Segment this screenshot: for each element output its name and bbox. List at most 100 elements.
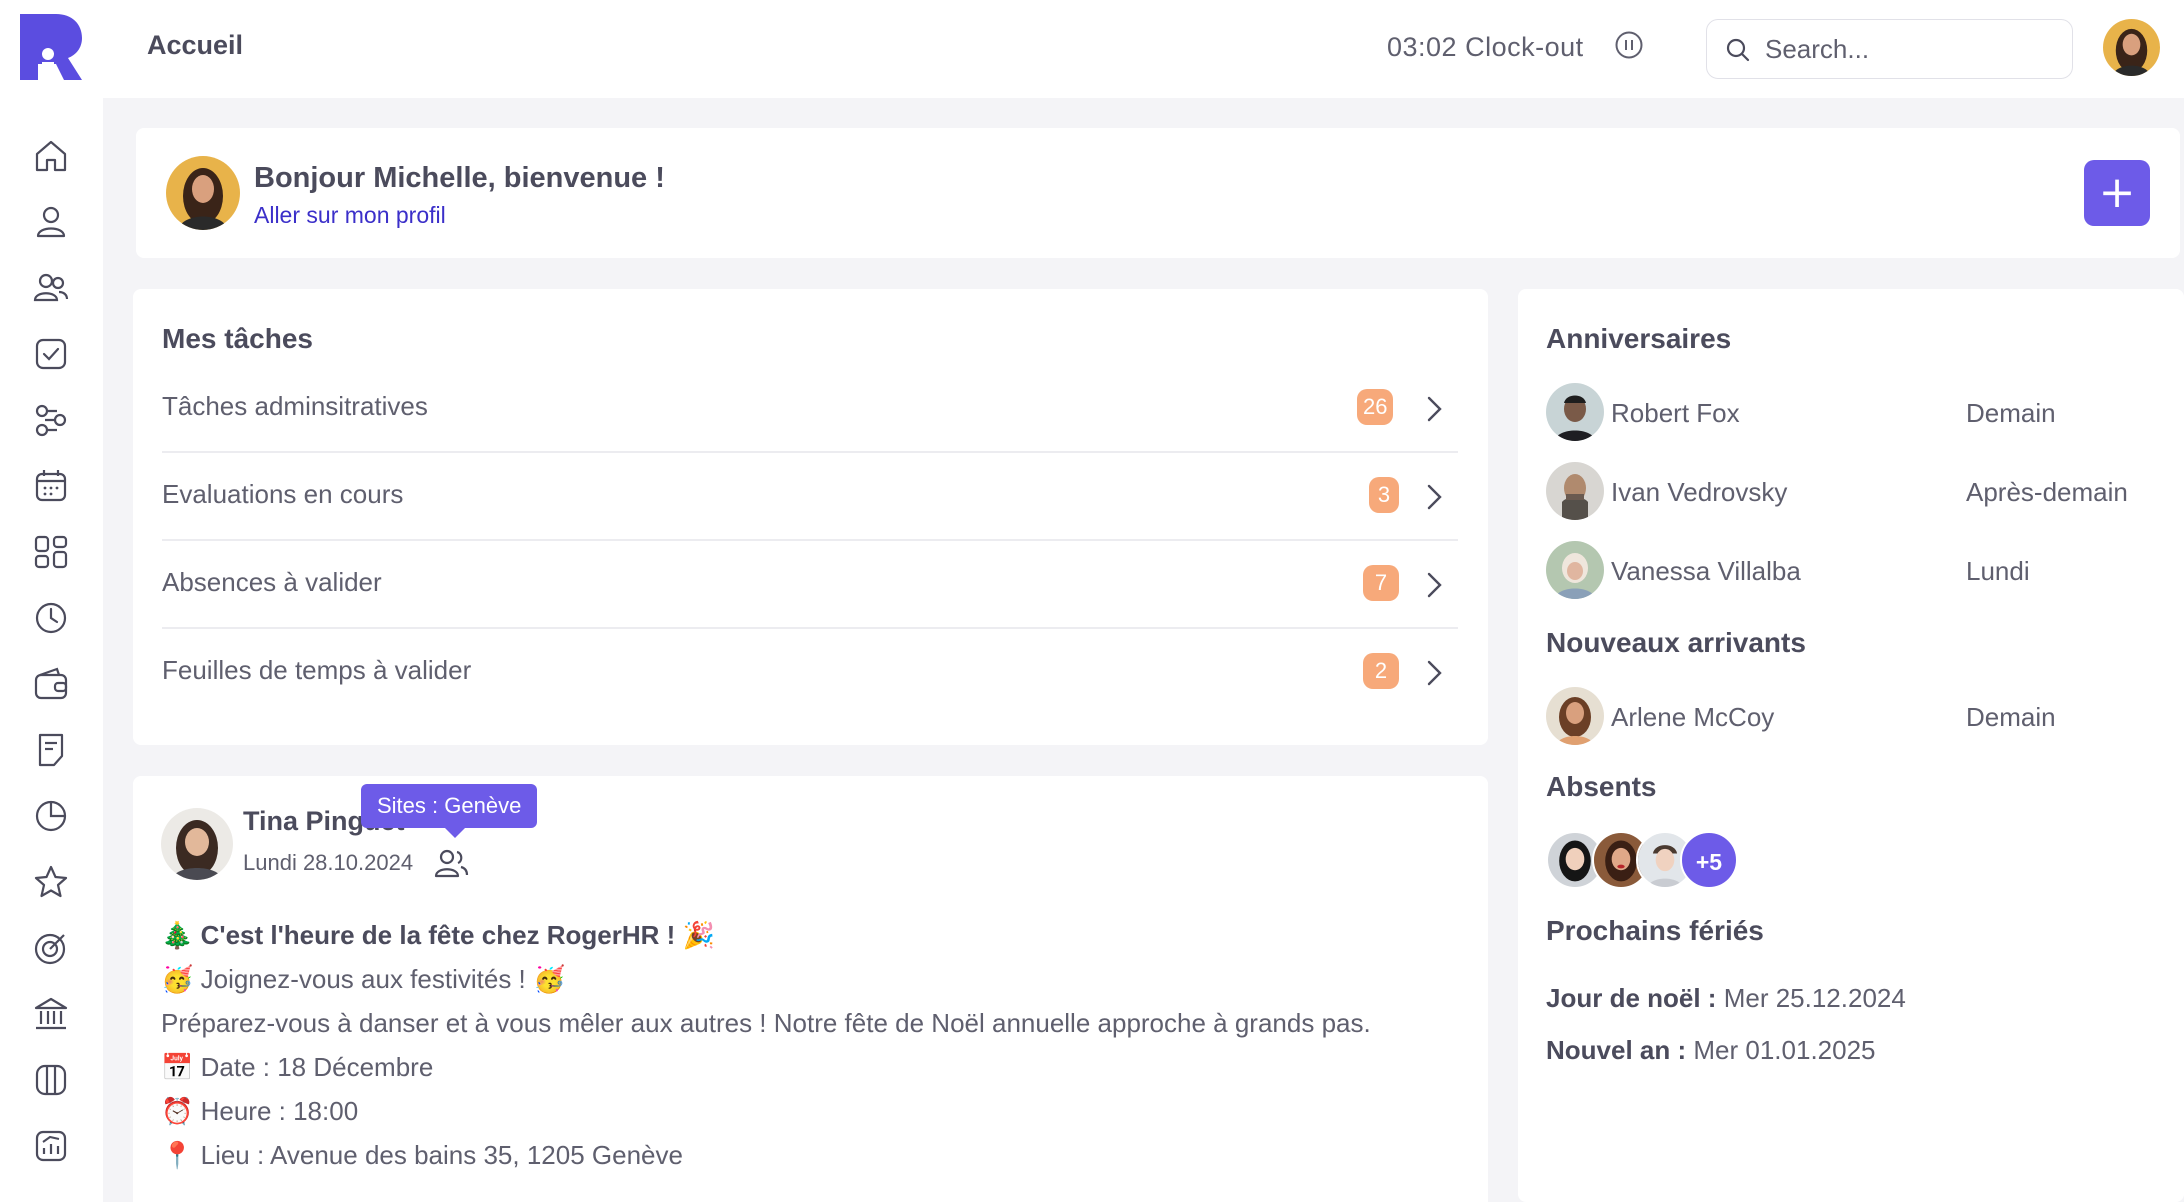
sidebar-item-calendar[interactable] (31, 466, 71, 506)
welcome-card: Bonjour Michelle, bienvenue ! Aller sur … (136, 128, 2180, 258)
post-headline: 🎄 C'est l'heure de la fête chez RogerHR … (161, 920, 715, 951)
person-name: Ivan Vedrovsky (1611, 477, 1788, 507)
sidebar-item-goals[interactable] (31, 928, 71, 968)
sidebar-item-company[interactable] (31, 994, 71, 1034)
absent-avatars[interactable]: +5 (1546, 831, 1746, 891)
sites-tooltip: Sites : Genève (361, 784, 538, 838)
search-input[interactable] (1765, 30, 2055, 68)
workflow-icon (35, 404, 67, 437)
task-label: Tâches adminsitratives (162, 391, 428, 421)
person-date: Demain (1966, 702, 2056, 732)
wallet-icon (34, 667, 68, 700)
tree-emoji: 🎄 (161, 921, 194, 951)
sidebar-item-reports[interactable] (31, 796, 71, 836)
task-count-badge: 2 (1363, 653, 1399, 689)
document-icon (38, 733, 64, 767)
clock-out-timer[interactable]: 03:02 Clock-out (1387, 32, 1584, 63)
user-icon (36, 206, 66, 238)
alarm-emoji: ⏰ (161, 1097, 194, 1127)
sidebar-item-favorites[interactable] (31, 862, 71, 902)
apps-grid-icon (34, 535, 68, 569)
task-count-badge: 26 (1357, 389, 1394, 425)
user-avatar[interactable] (2103, 19, 2160, 76)
task-label: Evaluations en cours (162, 479, 404, 509)
task-row-absences[interactable]: Absences à valider 7 (162, 541, 1458, 629)
welcome-greeting: Bonjour Michelle, bienvenue ! (254, 162, 665, 194)
newcomers-title: Nouveaux arrivants (1546, 627, 1806, 658)
task-row-timesheets[interactable]: Feuilles de temps à valider 2 (162, 629, 1458, 717)
chevron-right-icon[interactable] (1422, 658, 1446, 688)
app-logo[interactable] (20, 14, 82, 80)
target-icon (34, 933, 66, 965)
star-icon (34, 865, 68, 898)
pin-emoji: 📍 (161, 1141, 194, 1171)
author-avatar[interactable] (161, 808, 233, 880)
task-label: Absences à valider (162, 567, 382, 597)
post-date: Lundi 28.10.2024 (243, 850, 414, 875)
post-line: ⏰ Heure : 18:00 (161, 1096, 359, 1127)
chevron-right-icon[interactable] (1422, 570, 1446, 600)
more-absents-badge[interactable]: +5 (1680, 831, 1738, 889)
person-date: Lundi (1966, 556, 2030, 586)
sidebar-item-time[interactable] (31, 598, 71, 638)
person-date: Demain (1966, 398, 2056, 428)
task-label: Feuilles de temps à valider (162, 655, 472, 685)
tasks-title: Mes tâches (162, 323, 313, 354)
task-count-badge: 3 (1369, 477, 1399, 513)
tasks-card: Mes tâches Tâches adminsitratives 26 Eva… (133, 289, 1488, 745)
holiday-item: Nouvel an : Mer 01.01.2025 (1546, 1035, 1876, 1065)
add-button[interactable]: + (2084, 160, 2150, 226)
sidebar-item-boards[interactable] (31, 1060, 71, 1100)
sidebar-item-tasks[interactable] (31, 334, 71, 374)
post-line: 📅 Date : 18 Décembre (161, 1052, 434, 1083)
avatar (1546, 383, 1604, 441)
calendar-icon (35, 470, 67, 502)
profile-avatar[interactable] (166, 156, 240, 230)
sidebar-item-team[interactable] (31, 268, 71, 308)
sidebar-item-analytics[interactable] (31, 1126, 71, 1166)
post-line: 📍 Lieu : Avenue des bains 35, 1205 Genèv… (161, 1140, 683, 1171)
news-post-card: Tina Pinguet Lundi 28.10.2024 Sites : Ge… (133, 776, 1488, 1202)
birthday-item[interactable]: Robert Fox Demain (1546, 383, 2146, 443)
chevron-right-icon[interactable] (1422, 394, 1446, 424)
sidebar-item-workflow[interactable] (31, 400, 71, 440)
pause-icon[interactable] (1614, 30, 1644, 60)
birthday-item[interactable]: Ivan Vedrovsky Après-demain (1546, 462, 2146, 522)
post-line: Préparez-vous à danser et à vous mêler a… (161, 1008, 1371, 1038)
calendar-emoji: 📅 (161, 1053, 194, 1083)
pie-chart-icon (35, 800, 67, 832)
absents-title: Absents (1546, 771, 1657, 802)
party-emoji: 🎉 (682, 921, 715, 951)
users-icon (33, 273, 69, 302)
profile-link[interactable]: Aller sur mon profil (254, 202, 446, 229)
search-box[interactable] (1706, 19, 2073, 79)
sidebar-item-apps[interactable] (31, 532, 71, 572)
newcomer-item[interactable]: Arlene McCoy Demain (1546, 687, 2146, 747)
home-icon (35, 140, 67, 172)
person-date: Après-demain (1966, 477, 2128, 507)
task-row-evaluations[interactable]: Evaluations en cours 3 (162, 453, 1458, 541)
avatar (1546, 462, 1604, 520)
sidebar-item-expenses[interactable] (31, 664, 71, 704)
chevron-right-icon[interactable] (1422, 482, 1446, 512)
task-row-admin[interactable]: Tâches adminsitratives 26 (162, 365, 1458, 453)
sidebar-item-documents[interactable] (31, 730, 71, 770)
person-name: Robert Fox (1611, 398, 1740, 428)
sidebar-item-profile[interactable] (31, 202, 71, 242)
post-line: 🥳 Joignez-vous aux festivités ! 🥳 (161, 964, 566, 995)
sidebar-item-home[interactable] (31, 136, 71, 176)
columns-icon (35, 1064, 67, 1096)
birthday-item[interactable]: Vanessa Villalba Lundi (1546, 541, 2146, 601)
holiday-item: Jour de noël : Mer 25.12.2024 (1546, 983, 1906, 1013)
audience-users-icon[interactable] (433, 846, 469, 880)
side-panel: Anniversaires Robert Fox Demain Ivan Ved… (1518, 289, 2184, 1202)
party-face-emoji: 🥳 (533, 965, 566, 995)
task-count-badge: 7 (1363, 565, 1399, 601)
person-name: Vanessa Villalba (1611, 556, 1801, 586)
task-check-icon (35, 338, 67, 370)
analytics-icon (35, 1130, 67, 1162)
party-face-emoji: 🥳 (161, 965, 194, 995)
search-icon (1726, 38, 1750, 62)
person-name: Arlene McCoy (1611, 702, 1775, 732)
avatar (1546, 687, 1604, 745)
